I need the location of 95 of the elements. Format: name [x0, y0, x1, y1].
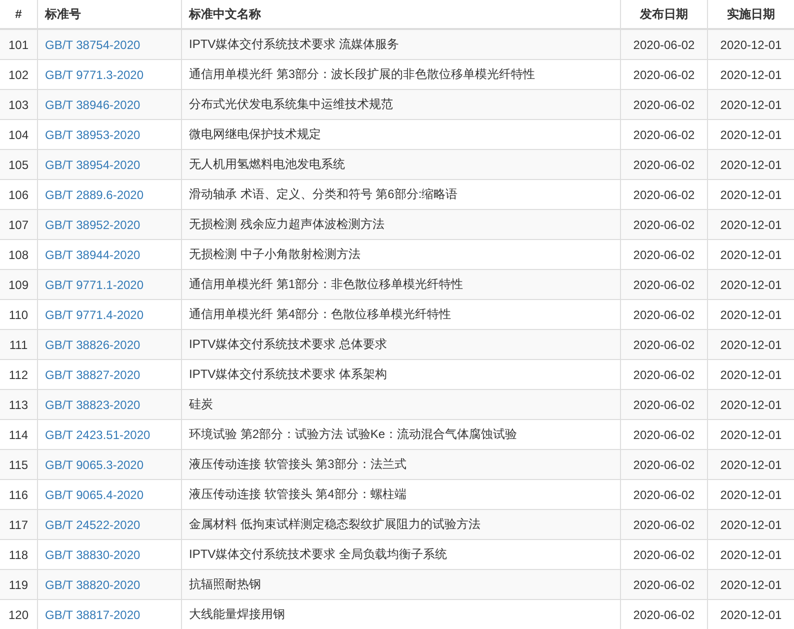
effective-date: 2020-12-01 — [720, 188, 782, 202]
standard-name: 通信用单模光纤 第4部分：色散位移单模光纤特性 — [189, 306, 452, 323]
effective-date: 2020-12-01 — [720, 278, 782, 292]
publish-date: 2020-06-02 — [633, 338, 695, 352]
effective-date: 2020-12-01 — [720, 518, 782, 532]
standard-name: IPTV媒体交付系统技术要求 体系架构 — [189, 366, 388, 383]
row-number: 116 — [8, 488, 28, 502]
publish-date: 2020-06-02 — [633, 398, 695, 412]
row-number: 118 — [8, 548, 28, 562]
standard-code-link[interactable]: GB/T 9771.3-2020 — [45, 68, 144, 82]
standard-name: 无损检测 残余应力超声体波检测方法 — [189, 216, 384, 233]
publish-date: 2020-06-02 — [633, 518, 695, 532]
standard-code-link[interactable]: GB/T 38817-2020 — [45, 608, 140, 622]
standard-name: 大线能量焊接用钢 — [189, 606, 285, 623]
publish-date: 2020-06-02 — [633, 488, 695, 502]
standard-name: 通信用单模光纤 第3部分：波长段扩展的非色散位移单模光纤特性 — [189, 66, 536, 83]
publish-date: 2020-06-02 — [633, 218, 695, 232]
row-number: 119 — [8, 578, 28, 592]
row-number: 117 — [8, 518, 28, 532]
publish-date: 2020-06-02 — [633, 428, 695, 442]
publish-date: 2020-06-02 — [633, 188, 695, 202]
effective-date: 2020-12-01 — [720, 548, 782, 562]
publish-date: 2020-06-02 — [633, 458, 695, 472]
row-number: 115 — [8, 458, 28, 472]
effective-date: 2020-12-01 — [720, 488, 782, 502]
standard-name: 无损检测 中子小角散射检测方法 — [189, 246, 360, 263]
standard-name: 液压传动连接 软管接头 第3部分：法兰式 — [189, 456, 406, 473]
standard-name: 微电网继电保护技术规定 — [189, 126, 321, 143]
column-header: 标准中文名称 — [189, 6, 261, 22]
row-number: 114 — [8, 428, 28, 442]
standard-code-link[interactable]: GB/T 38953-2020 — [45, 128, 140, 142]
publish-date: 2020-06-02 — [633, 248, 695, 262]
standard-name: 分布式光伏发电系统集中运维技术规范 — [189, 96, 393, 113]
publish-date: 2020-06-02 — [633, 278, 695, 292]
row-number: 108 — [8, 248, 29, 262]
row-number: 106 — [8, 188, 29, 202]
row-number: 120 — [8, 608, 29, 622]
effective-date: 2020-12-01 — [720, 578, 782, 592]
publish-date: 2020-06-02 — [633, 548, 695, 562]
row-number: 113 — [8, 398, 28, 412]
row-number: 111 — [9, 338, 28, 352]
publish-date: 2020-06-02 — [633, 68, 695, 82]
row-number: 104 — [8, 128, 29, 142]
effective-date: 2020-12-01 — [720, 218, 782, 232]
standard-name: 硅炭 — [189, 396, 213, 413]
standard-code-link[interactable]: GB/T 38830-2020 — [45, 548, 140, 562]
column-header: 发布日期 — [640, 6, 688, 22]
effective-date: 2020-12-01 — [720, 608, 782, 622]
standard-name: 液压传动连接 软管接头 第4部分：螺柱端 — [189, 486, 406, 503]
publish-date: 2020-06-02 — [633, 38, 695, 52]
standard-name: IPTV媒体交付系统技术要求 全局负载均衡子系统 — [189, 546, 448, 563]
row-number: 107 — [8, 218, 29, 232]
effective-date: 2020-12-01 — [720, 248, 782, 262]
publish-date: 2020-06-02 — [633, 308, 695, 322]
standard-name: 抗辐照耐热钢 — [189, 576, 261, 593]
publish-date: 2020-06-02 — [633, 368, 695, 382]
effective-date: 2020-12-01 — [720, 398, 782, 412]
effective-date: 2020-12-01 — [720, 128, 782, 142]
column-header: 标准号 — [45, 6, 81, 22]
effective-date: 2020-12-01 — [720, 338, 782, 352]
standard-name: IPTV媒体交付系统技术要求 总体要求 — [189, 336, 388, 353]
row-number: 103 — [8, 98, 29, 112]
standard-code-link[interactable]: GB/T 38827-2020 — [45, 368, 140, 382]
standard-code-link[interactable]: GB/T 9771.4-2020 — [45, 308, 144, 322]
standard-name: 金属材料 低拘束试样测定稳态裂纹扩展阻力的试验方法 — [189, 516, 480, 533]
standard-code-link[interactable]: GB/T 38944-2020 — [45, 248, 140, 262]
row-number: 112 — [8, 368, 28, 382]
standard-name: 环境试验 第2部分：试验方法 试验Ke：流动混合气体腐蚀试验 — [189, 426, 518, 443]
publish-date: 2020-06-02 — [633, 158, 695, 172]
standard-name: IPTV媒体交付系统技术要求 流媒体服务 — [189, 36, 400, 53]
publish-date: 2020-06-02 — [633, 98, 695, 112]
standard-name: 滑动轴承 术语、定义、分类和符号 第6部分:缩略语 — [189, 186, 458, 203]
effective-date: 2020-12-01 — [720, 458, 782, 472]
effective-date: 2020-12-01 — [720, 38, 782, 52]
row-number: 105 — [8, 158, 29, 172]
standard-name: 无人机用氢燃料电池发电系统 — [189, 156, 345, 173]
publish-date: 2020-06-02 — [633, 578, 695, 592]
effective-date: 2020-12-01 — [720, 68, 782, 82]
column-header: 实施日期 — [727, 6, 775, 22]
column-header: # — [15, 7, 22, 21]
row-number: 109 — [8, 278, 29, 292]
row-number: 110 — [8, 308, 28, 322]
row-number: 101 — [8, 38, 29, 52]
effective-date: 2020-12-01 — [720, 308, 782, 322]
effective-date: 2020-12-01 — [720, 368, 782, 382]
standard-name: 通信用单模光纤 第1部分：非色散位移单模光纤特性 — [189, 276, 464, 293]
standard-code-link[interactable]: GB/T 2889.6-2020 — [45, 188, 144, 202]
standard-code-link[interactable]: GB/T 9065.4-2020 — [45, 488, 144, 502]
effective-date: 2020-12-01 — [720, 158, 782, 172]
row-number: 102 — [8, 68, 29, 82]
publish-date: 2020-06-02 — [633, 128, 695, 142]
effective-date: 2020-12-01 — [720, 98, 782, 112]
effective-date: 2020-12-01 — [720, 428, 782, 442]
publish-date: 2020-06-02 — [633, 608, 695, 622]
standard-code-link[interactable]: GB/T 2423.51-2020 — [45, 428, 150, 442]
